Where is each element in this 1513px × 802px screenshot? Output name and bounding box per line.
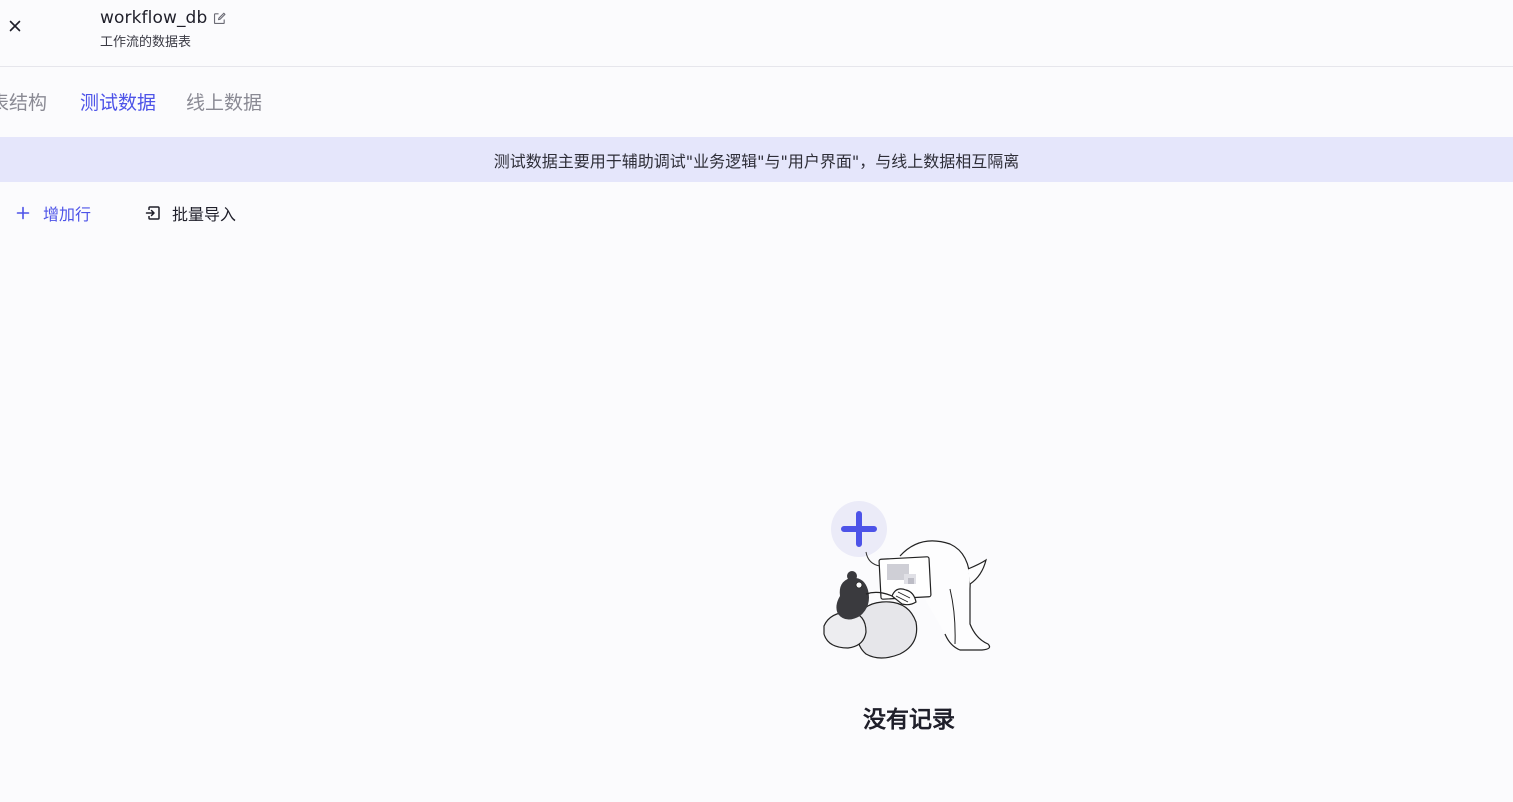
toolbar: 增加行 批量导入 bbox=[0, 198, 400, 228]
info-banner: 测试数据主要用于辅助调试"业务逻辑"与"用户界面"，与线上数据相互隔离 bbox=[0, 137, 1513, 182]
tab-test-data[interactable]: 测试数据 bbox=[80, 88, 156, 118]
tab-bar: 表结构 测试数据 线上数据 bbox=[0, 88, 400, 118]
edit-icon[interactable] bbox=[212, 11, 227, 26]
plus-icon bbox=[16, 206, 30, 220]
tab-table-structure[interactable]: 表结构 bbox=[0, 88, 47, 118]
add-row-button[interactable]: 增加行 bbox=[14, 198, 91, 228]
batch-import-button[interactable]: 批量导入 bbox=[144, 198, 236, 228]
database-name: workflow_db bbox=[100, 8, 208, 28]
info-banner-text: 测试数据主要用于辅助调试"业务逻辑"与"用户界面"，与线上数据相互隔离 bbox=[493, 151, 1020, 171]
empty-state: 没有记录 bbox=[810, 494, 1010, 733]
add-row-label: 增加行 bbox=[43, 205, 92, 224]
close-icon[interactable] bbox=[6, 17, 24, 35]
import-icon bbox=[145, 206, 160, 220]
page: workflow_db 工作流的数据表 表结构 测试数据 线上数据 测试数据主要… bbox=[0, 0, 1513, 802]
title-row: workflow_db bbox=[100, 6, 227, 30]
tab-online-data[interactable]: 线上数据 bbox=[186, 88, 262, 118]
header: workflow_db 工作流的数据表 bbox=[0, 0, 1513, 67]
batch-import-label: 批量导入 bbox=[172, 205, 237, 224]
database-description: 工作流的数据表 bbox=[100, 35, 192, 50]
empty-illustration bbox=[823, 501, 991, 659]
empty-state-text: 没有记录 bbox=[863, 707, 955, 733]
